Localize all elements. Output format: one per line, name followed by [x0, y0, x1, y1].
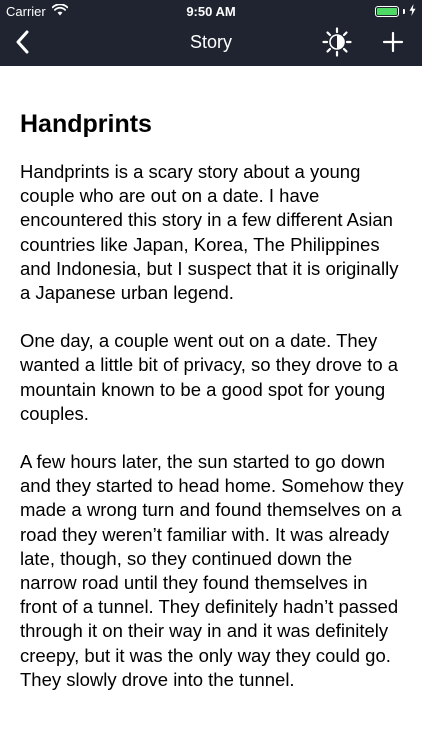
battery-fill [377, 8, 397, 15]
top-bar: Carrier 9:50 AM Story [0, 0, 422, 66]
story-content: Handprints Handprints is a scary story a… [20, 108, 406, 716]
battery-tip [403, 9, 405, 14]
status-time: 9:50 AM [186, 4, 236, 19]
story-title: Handprints [20, 110, 152, 138]
story-paragraph: One day, a couple went out on a date. Th… [20, 330, 399, 424]
add-button[interactable] [374, 26, 412, 62]
page-title: Story [189, 32, 232, 52]
status-bar: Carrier 9:50 AM [0, 0, 422, 22]
brightness-icon [322, 26, 352, 62]
battery-group [375, 4, 416, 19]
charging-icon [409, 4, 416, 19]
battery-icon [375, 6, 399, 17]
plus-icon [382, 31, 404, 58]
story-paragraph: A few hours later, the sun started to go… [20, 451, 404, 690]
brightness-button[interactable] [318, 26, 356, 62]
story-paragraph: Handprints is a scary story about a youn… [20, 161, 399, 304]
navigation-bar: Story [0, 22, 422, 66]
